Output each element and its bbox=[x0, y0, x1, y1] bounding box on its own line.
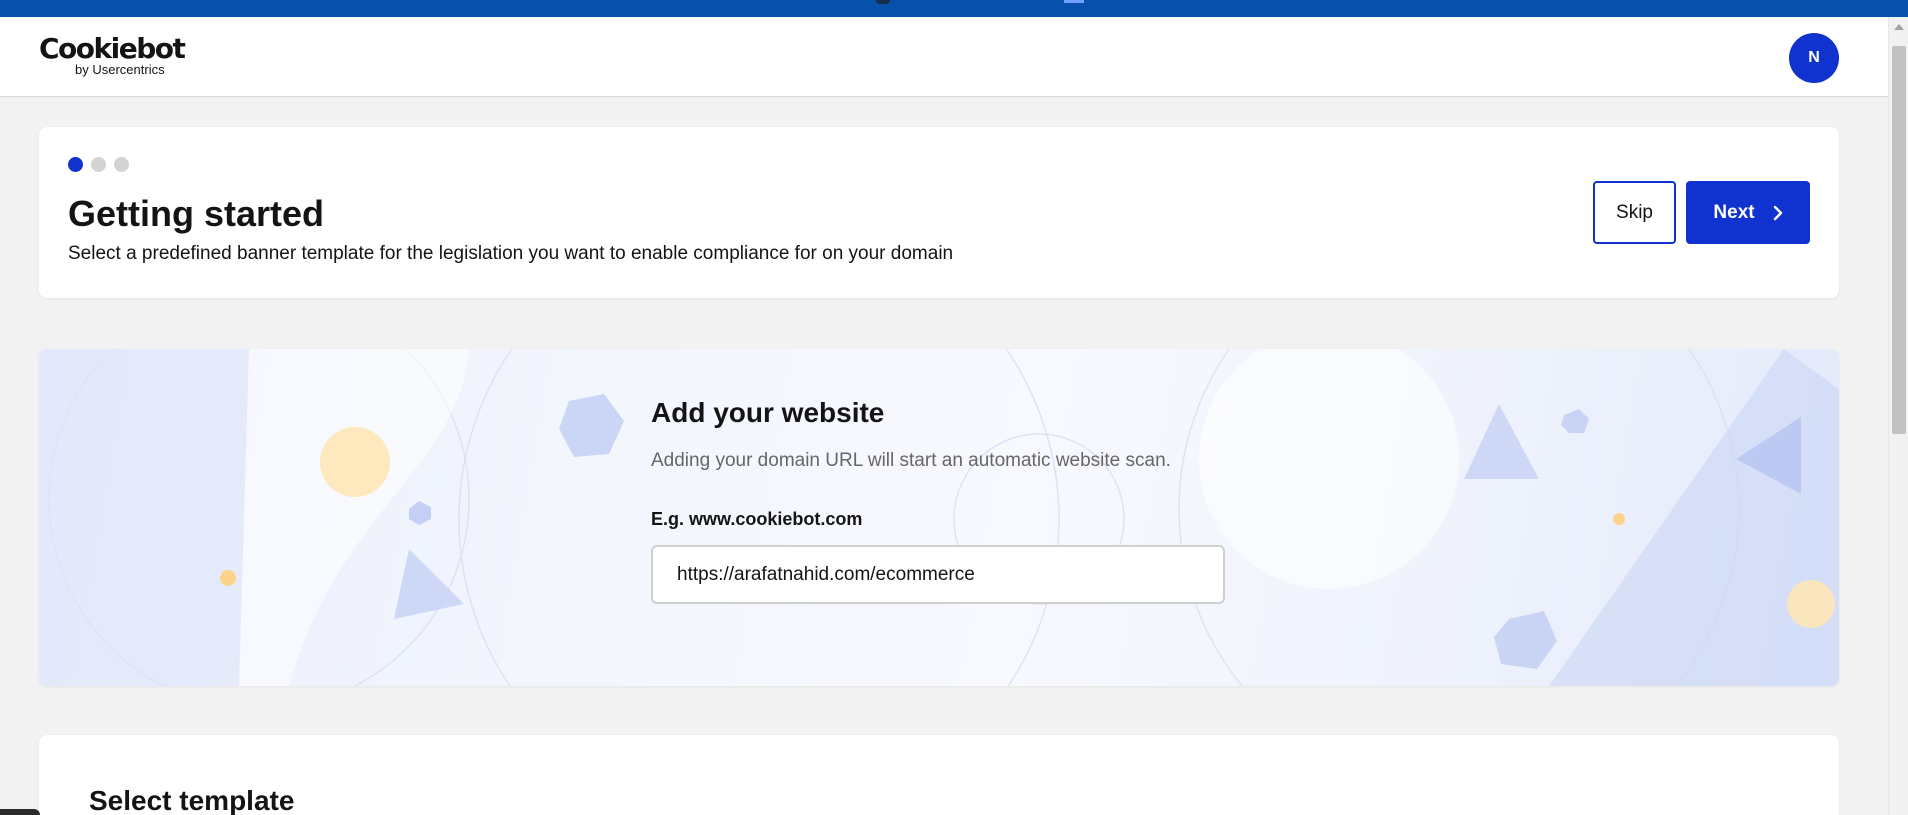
page-subtitle: Select a predefined banner template for … bbox=[68, 243, 954, 264]
select-template-card: Select template bbox=[39, 735, 1839, 815]
strip-mark bbox=[876, 0, 890, 4]
domain-url-input[interactable] bbox=[651, 545, 1225, 604]
next-button-label: Next bbox=[1713, 201, 1755, 223]
page-scrollbar[interactable] bbox=[1888, 17, 1908, 815]
next-button[interactable]: Next bbox=[1686, 181, 1810, 244]
chevron-right-icon bbox=[1773, 205, 1782, 220]
getting-started-card: Getting started Select a predefined bann… bbox=[39, 127, 1839, 298]
skip-button[interactable]: Skip bbox=[1593, 181, 1676, 244]
strip-mark bbox=[1064, 0, 1084, 3]
step-dot bbox=[114, 157, 129, 172]
scroll-up-arrow-icon[interactable] bbox=[1894, 24, 1904, 30]
step-indicator bbox=[68, 157, 129, 172]
add-website-card: Add your website Adding your domain URL … bbox=[39, 349, 1839, 686]
user-avatar[interactable]: N bbox=[1789, 33, 1839, 83]
select-template-title: Select template bbox=[89, 785, 295, 815]
page-title: Getting started bbox=[68, 193, 325, 234]
decorative-background bbox=[39, 349, 1839, 686]
browser-top-strip bbox=[0, 0, 1908, 17]
step-dot bbox=[91, 157, 106, 172]
domain-field-label: E.g. www.cookiebot.com bbox=[651, 509, 863, 529]
add-website-title: Add your website bbox=[651, 397, 885, 428]
add-website-description: Adding your domain URL will start an aut… bbox=[651, 450, 1171, 471]
corner-mark bbox=[0, 809, 40, 815]
step-dot-active bbox=[68, 157, 83, 172]
logo-tagline: by Usercentrics bbox=[75, 62, 165, 77]
logo-wordmark: Cookiebot bbox=[39, 32, 186, 65]
app-header: Cookiebot by Usercentrics N bbox=[0, 17, 1888, 97]
scrollbar-thumb[interactable] bbox=[1892, 46, 1906, 434]
cookiebot-logo[interactable]: Cookiebot by Usercentrics bbox=[39, 34, 189, 80]
